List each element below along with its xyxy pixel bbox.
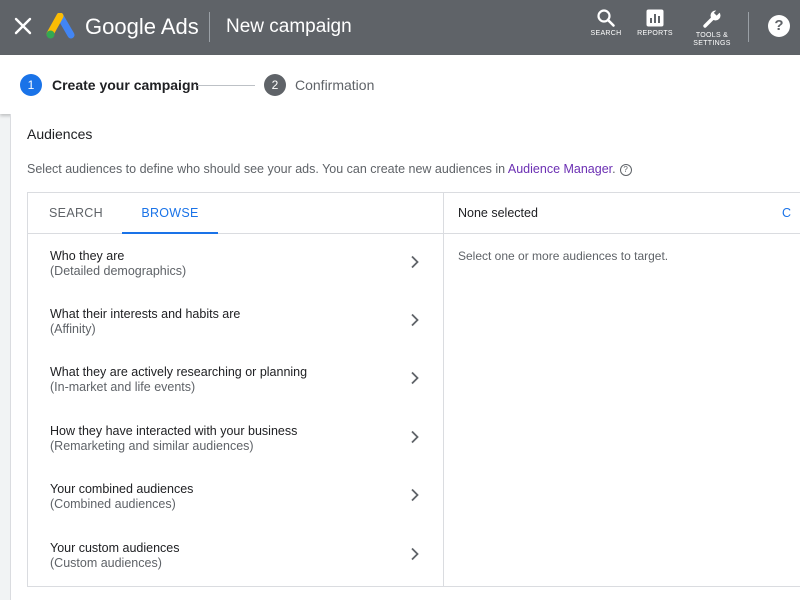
clear-all-button[interactable]: C [782, 205, 791, 222]
category-title: How they have interacted with your busin… [50, 424, 298, 438]
category-subtitle: (Affinity) [50, 322, 96, 336]
category-subtitle: (In-market and life events) [50, 380, 196, 394]
search-tool-label: SEARCH [590, 30, 622, 37]
audience-manager-link[interactable]: Audience Manager [508, 162, 612, 176]
chevron-right-icon [411, 488, 419, 502]
category-title: What their interests and habits are [50, 307, 241, 321]
category-subtitle: (Detailed demographics) [50, 264, 187, 278]
category-item[interactable]: Your combined audiences (Combined audien… [28, 482, 443, 540]
close-icon[interactable] [13, 15, 33, 37]
description-end: . [612, 162, 616, 176]
top-app-bar: Google Ads New campaign SEARCH REPORTS T… [0, 0, 800, 55]
step-2-number: 2 [264, 74, 286, 96]
step-1-label: Create your campaign [52, 77, 200, 93]
reports-tool-label: REPORTS [637, 30, 673, 37]
category-subtitle: (Custom audiences) [50, 556, 162, 570]
chevron-right-icon [411, 255, 419, 269]
picker-tabs: SEARCH BROWSE [28, 193, 443, 234]
selection-header: None selected C [444, 193, 800, 234]
category-subtitle: (Combined audiences) [50, 497, 176, 511]
reports-tool-button[interactable]: REPORTS [635, 8, 675, 38]
header-divider [209, 12, 210, 42]
tools-settings-label: TOOLS & SETTINGS [693, 32, 731, 47]
header-divider [748, 12, 749, 42]
category-item[interactable]: Your custom audiences (Custom audiences) [28, 541, 443, 599]
step-2-label: Confirmation [295, 77, 375, 93]
category-title: Who they are [50, 249, 125, 263]
category-subtitle: (Remarketing and similar audiences) [50, 439, 254, 453]
chevron-right-icon [411, 547, 419, 561]
search-icon [597, 9, 615, 27]
search-tool-button[interactable]: SEARCH [586, 8, 626, 38]
section-title: Audiences [27, 126, 93, 142]
browse-pane: SEARCH BROWSE Who they are (Detailed dem… [28, 193, 444, 586]
description-text: Select audiences to define who should se… [27, 162, 508, 176]
reports-icon [646, 9, 664, 27]
chevron-right-icon [411, 313, 419, 327]
category-item[interactable]: How they have interacted with your busin… [28, 424, 443, 482]
audiences-description: Select audiences to define who should se… [27, 160, 632, 178]
page-title: New campaign [226, 16, 352, 37]
tools-settings-button[interactable]: TOOLS & SETTINGS [688, 8, 736, 48]
google-ads-logo [46, 13, 75, 39]
step-connector [197, 85, 255, 86]
selection-pane: None selected C Select one or more audie… [444, 193, 800, 586]
chevron-right-icon [411, 371, 419, 385]
chevron-right-icon [411, 430, 419, 444]
selection-status: None selected [458, 206, 538, 220]
wrench-icon [703, 9, 721, 28]
category-item[interactable]: Who they are (Detailed demographics) [28, 249, 443, 307]
brand-name: Google Ads [85, 14, 199, 39]
help-icon[interactable]: ? [619, 163, 632, 176]
category-title: Your combined audiences [50, 482, 194, 496]
selection-hint: Select one or more audiences to target. [458, 249, 669, 263]
category-item[interactable]: What they are actively researching or pl… [28, 365, 443, 423]
tab-browse[interactable]: BROWSE [122, 193, 218, 234]
category-title: Your custom audiences [50, 541, 180, 555]
category-item[interactable]: What their interests and habits are (Aff… [28, 307, 443, 365]
campaign-stepper: 1 Create your campaign 2 Confirmation [0, 55, 800, 114]
tab-search[interactable]: SEARCH [36, 193, 116, 234]
step-1-number: 1 [20, 74, 42, 96]
audiences-card: Audiences Select audiences to define who… [10, 114, 800, 600]
category-title: What they are actively researching or pl… [50, 365, 308, 379]
help-icon[interactable]: ? [768, 15, 790, 37]
audience-picker: SEARCH BROWSE Who they are (Detailed dem… [27, 192, 800, 587]
